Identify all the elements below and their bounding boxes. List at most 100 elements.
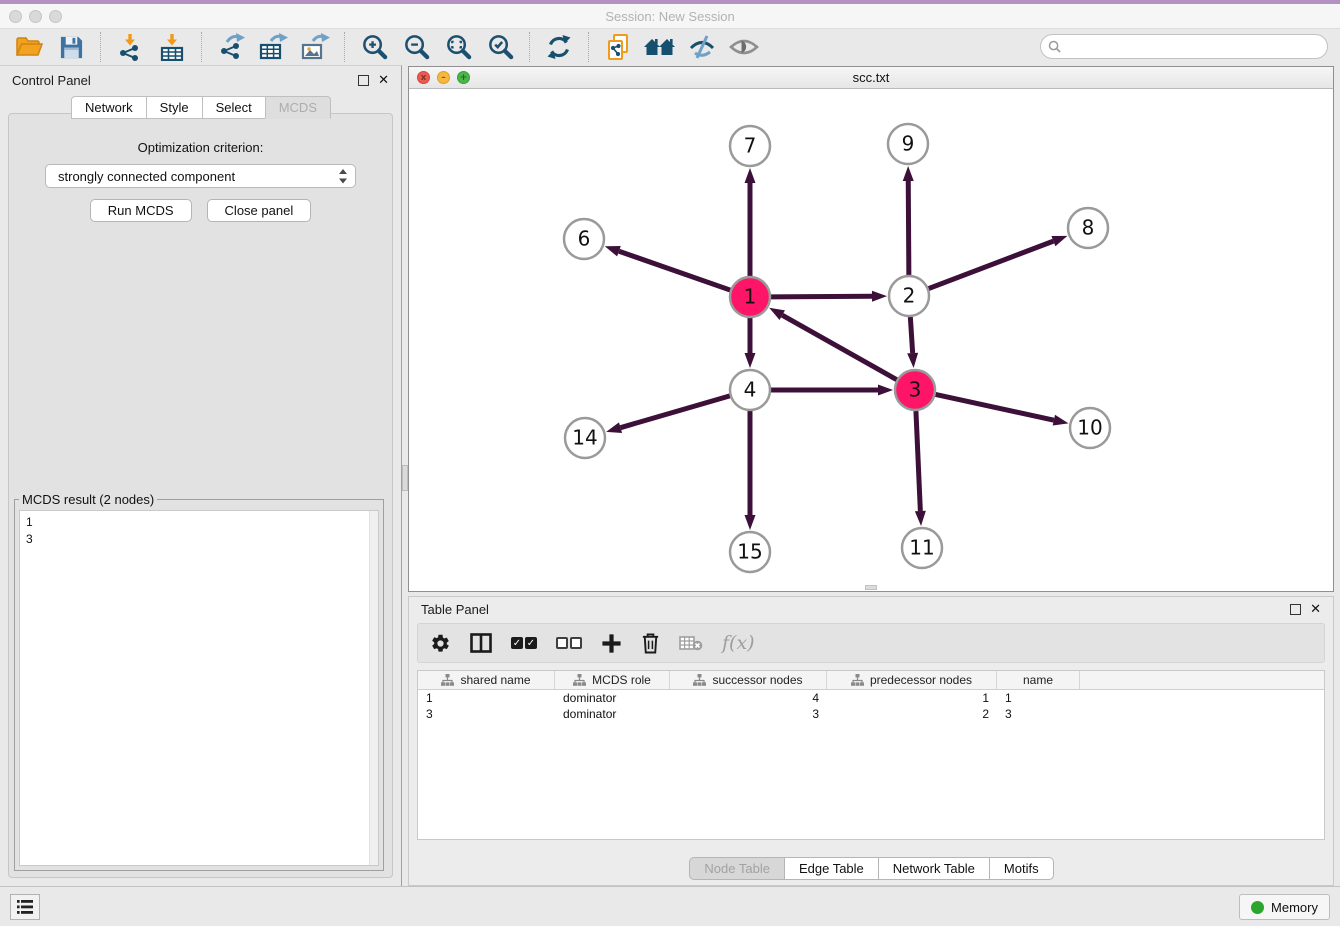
edge-3-1[interactable] bbox=[782, 315, 896, 380]
select-all-button[interactable]: ✓✓ bbox=[511, 637, 537, 649]
apply-layout-button[interactable] bbox=[541, 31, 577, 63]
export-table-icon bbox=[259, 33, 288, 61]
zoom-fit-button[interactable] bbox=[440, 31, 476, 63]
tab-edge-table[interactable]: Edge Table bbox=[784, 857, 879, 880]
column-header-predecessor-nodes[interactable]: predecessor nodes bbox=[827, 671, 997, 689]
deselect-all-button[interactable] bbox=[556, 637, 582, 649]
column-header-shared-name[interactable]: shared name bbox=[418, 671, 555, 689]
result-scrollbar[interactable] bbox=[369, 511, 378, 865]
list-icon bbox=[17, 900, 33, 914]
edge-4-14[interactable] bbox=[621, 396, 730, 428]
edge-1-6[interactable] bbox=[619, 251, 730, 290]
table-cell[interactable]: 1 bbox=[827, 691, 997, 705]
network-window-title: scc.txt bbox=[853, 70, 890, 85]
task-history-button[interactable] bbox=[10, 894, 40, 920]
open-file-button[interactable] bbox=[11, 31, 47, 63]
delete-row-button[interactable] bbox=[641, 632, 660, 654]
tab-style[interactable]: Style bbox=[146, 96, 203, 119]
edge-2-3[interactable] bbox=[910, 317, 912, 353]
edge-3-11[interactable] bbox=[916, 411, 920, 511]
network-minimize-button[interactable]: – bbox=[437, 71, 450, 84]
edge-arrowhead bbox=[1051, 236, 1067, 246]
table-panel-title: Table Panel bbox=[421, 602, 489, 617]
export-table-button[interactable] bbox=[255, 31, 291, 63]
edge-arrowhead bbox=[605, 246, 621, 256]
memory-button[interactable]: Memory bbox=[1239, 894, 1330, 920]
import-table-button[interactable] bbox=[154, 31, 190, 63]
close-table-panel-icon[interactable]: ✕ bbox=[1310, 604, 1321, 615]
zoom-selected-button[interactable] bbox=[482, 31, 518, 63]
zoom-fit-icon bbox=[444, 33, 473, 62]
search-input[interactable] bbox=[1066, 37, 1327, 57]
tab-mcds[interactable]: MCDS bbox=[265, 96, 331, 119]
network-zoom-button[interactable]: + bbox=[457, 71, 470, 84]
table-cell[interactable]: 1 bbox=[418, 691, 555, 705]
table-cell[interactable]: 3 bbox=[418, 707, 555, 721]
network-canvas[interactable]: 7968124314101511 bbox=[409, 89, 1333, 591]
node-label-3: 3 bbox=[909, 378, 922, 402]
zoom-in-button[interactable] bbox=[356, 31, 392, 63]
edge-2-8[interactable] bbox=[929, 241, 1054, 288]
save-session-button[interactable] bbox=[53, 31, 89, 63]
tab-network[interactable]: Network bbox=[71, 96, 147, 119]
table-row[interactable]: 3dominator323 bbox=[418, 706, 1324, 722]
first-neighbors-button[interactable] bbox=[642, 31, 678, 63]
table-cell[interactable]: dominator bbox=[555, 707, 670, 721]
node-label-7: 7 bbox=[744, 134, 757, 158]
mcds-result-text[interactable]: 1 3 bbox=[19, 510, 379, 866]
mcds-result-box: MCDS result (2 nodes) 1 3 bbox=[14, 492, 384, 871]
table-cell[interactable]: 3 bbox=[670, 707, 827, 721]
delete-table-button[interactable] bbox=[679, 635, 703, 651]
network-close-button[interactable]: x bbox=[417, 71, 430, 84]
export-network-icon bbox=[217, 33, 246, 61]
column-type-icon bbox=[693, 674, 706, 686]
function-builder-button[interactable]: f(x) bbox=[722, 632, 755, 654]
table-settings-button[interactable] bbox=[430, 633, 451, 654]
edge-arrowhead bbox=[915, 511, 926, 526]
criterion-select[interactable]: strongly connected component bbox=[45, 164, 356, 188]
tab-network-table[interactable]: Network Table bbox=[878, 857, 990, 880]
close-panel-icon[interactable]: ✕ bbox=[378, 75, 389, 86]
run-mcds-button[interactable]: Run MCDS bbox=[90, 199, 192, 222]
table-cell[interactable]: 1 bbox=[997, 691, 1080, 705]
table-cell[interactable]: dominator bbox=[555, 691, 670, 705]
tab-motifs[interactable]: Motifs bbox=[989, 857, 1054, 880]
control-panel: Control Panel ✕ NetworkStyleSelectMCDS O… bbox=[0, 65, 402, 886]
graphics-details-button[interactable] bbox=[684, 31, 720, 63]
edge-arrowhead bbox=[907, 353, 918, 368]
column-label: successor nodes bbox=[712, 673, 802, 687]
edge-3-10[interactable] bbox=[936, 394, 1054, 420]
trash-icon bbox=[641, 632, 660, 654]
add-row-button[interactable] bbox=[601, 633, 622, 654]
float-panel-icon[interactable] bbox=[358, 75, 369, 86]
table-cell[interactable]: 3 bbox=[997, 707, 1080, 721]
column-header-name[interactable]: name bbox=[997, 671, 1080, 689]
table-cell[interactable]: 2 bbox=[827, 707, 997, 721]
float-table-panel-icon[interactable] bbox=[1290, 604, 1301, 615]
toggle-navigator-button[interactable] bbox=[726, 31, 762, 63]
import-network-button[interactable] bbox=[112, 31, 148, 63]
table-cell[interactable]: 4 bbox=[670, 691, 827, 705]
toolbar-separator bbox=[344, 32, 345, 62]
table-header-row: shared nameMCDS role successor nodes prede… bbox=[418, 671, 1324, 690]
new-network-from-selection-button[interactable] bbox=[600, 31, 636, 63]
column-header-successor-nodes[interactable]: successor nodes bbox=[670, 671, 827, 689]
tab-node-table[interactable]: Node Table bbox=[689, 857, 785, 880]
zoom-out-button[interactable] bbox=[398, 31, 434, 63]
edge-1-2[interactable] bbox=[771, 296, 872, 297]
column-view-button[interactable] bbox=[470, 633, 492, 653]
memory-label: Memory bbox=[1271, 900, 1318, 915]
export-network-button[interactable] bbox=[213, 31, 249, 63]
network-splitter-handle[interactable] bbox=[865, 585, 877, 590]
table-row[interactable]: 1dominator411 bbox=[418, 690, 1324, 706]
tab-select[interactable]: Select bbox=[202, 96, 266, 119]
close-panel-button[interactable]: Close panel bbox=[207, 199, 312, 222]
edge-2-9[interactable] bbox=[908, 181, 909, 275]
delete-table-icon bbox=[679, 635, 703, 651]
node-table[interactable]: shared nameMCDS role successor nodes prede… bbox=[417, 670, 1325, 840]
column-header-MCDS-role[interactable]: MCDS role bbox=[555, 671, 670, 689]
titlebar: Session: New Session bbox=[0, 4, 1340, 29]
export-image-button[interactable] bbox=[297, 31, 333, 63]
node-label-15: 15 bbox=[737, 540, 762, 564]
refresh-icon bbox=[545, 33, 573, 61]
